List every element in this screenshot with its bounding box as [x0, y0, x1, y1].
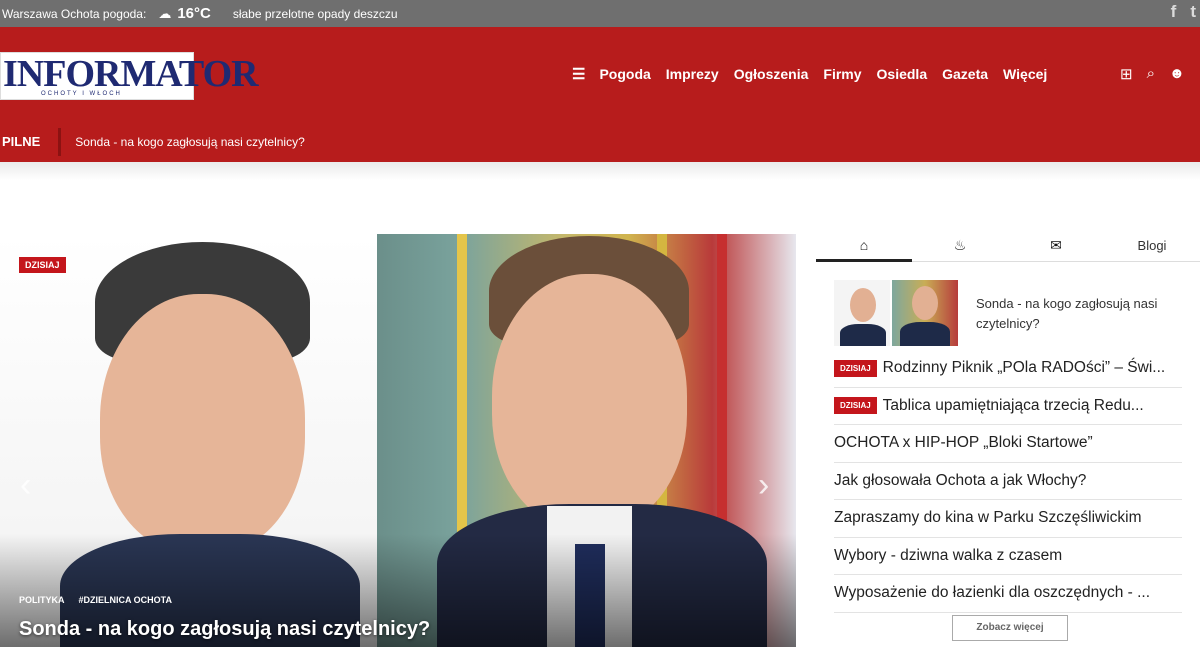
tag-link[interactable]: #DZIELNICA OCHOTA [79, 595, 173, 605]
add-post-icon[interactable]: ⊞ [1120, 65, 1133, 83]
nav-item-osiedla[interactable]: Osiedla [877, 66, 928, 82]
hero-tags: POLITYKA #DZIELNICA OCHOTA [19, 595, 172, 605]
mini-face [850, 288, 876, 322]
hero-badge: DZISIAJ [19, 257, 66, 273]
featured-thumbnail[interactable] [834, 280, 958, 346]
list-item-title[interactable]: OCHOTA x HIP-HOP „Bloki Startowe” [834, 434, 1093, 452]
sidebar-news: Sonda - na kogo zagłosują nasi czytelnic… [816, 266, 1200, 647]
slider-next-icon[interactable]: › [758, 466, 769, 505]
thumb-left [834, 280, 890, 346]
cloud-rain-icon: ☁ [158, 5, 172, 21]
flag-stripe [717, 234, 727, 534]
flag-stripe [457, 234, 467, 534]
nav-item-pogoda[interactable]: Pogoda [599, 66, 650, 82]
mini-suit [840, 324, 886, 346]
nav-item-imprezy[interactable]: Imprezy [666, 66, 719, 82]
news-list: DZISIAJ Rodzinny Piknik „POla RADOści” –… [834, 350, 1182, 613]
mini-suit [900, 322, 950, 346]
hamburger-menu-icon[interactable]: ☰ [572, 65, 585, 83]
today-badge: DZISIAJ [834, 397, 877, 415]
search-icon[interactable]: ⌕ [1147, 65, 1155, 83]
nav-item-firmy[interactable]: Firmy [823, 66, 861, 82]
list-item[interactable]: Wybory - dziwna walka z czasem [834, 538, 1182, 575]
slider-prev-icon[interactable]: ‹ [20, 466, 31, 505]
thumb-right [892, 280, 958, 346]
breaking-news-bar: PILNE Sonda - na kogo zagłosują nasi czy… [0, 128, 305, 156]
sidebar-tabs: ⌂ ♨ ✉ Blogi [816, 230, 1200, 262]
nav-item-ogloszenia[interactable]: Ogłoszenia [734, 66, 809, 82]
list-item[interactable]: DZISIAJ Rodzinny Piknik „POla RADOści” –… [834, 350, 1182, 388]
face-shape [100, 294, 305, 554]
hero-title[interactable]: Sonda - na kogo zagłosują nasi czytelnic… [19, 618, 430, 641]
fire-icon: ♨ [953, 237, 967, 253]
list-item-title[interactable]: Wyposażenie do łazienki dla oszczędnych … [834, 584, 1150, 602]
list-item[interactable]: Wyposażenie do łazienki dla oszczędnych … [834, 575, 1182, 613]
list-item-title[interactable]: Zapraszamy do kina w Parku Szczęśliwicki… [834, 509, 1142, 527]
main-nav: ☰ Pogoda Imprezy Ogłoszenia Firmy Osiedl… [572, 65, 1062, 83]
nav-item-wiecej[interactable]: Więcej [1003, 66, 1047, 82]
header-shadow [0, 162, 1200, 180]
user-icon[interactable]: ☻ [1169, 65, 1185, 83]
site-header: INFORMATOR OCHOTY I WŁOCH ☰ Pogoda Impre… [0, 27, 1200, 162]
list-item-title[interactable]: Jak głosowała Ochota a jak Włochy? [834, 472, 1086, 490]
today-badge: DZISIAJ [834, 359, 877, 377]
list-item[interactable]: Jak głosowała Ochota a jak Włochy? [834, 463, 1182, 500]
breaking-headline[interactable]: Sonda - na kogo zagłosują nasi czytelnic… [75, 135, 304, 149]
weather-description: słabe przelotne opady deszczu [232, 6, 398, 21]
social-links: f t [1171, 2, 1196, 22]
comment-icon: ✉ [1050, 237, 1062, 253]
twitter-icon[interactable]: t [1190, 2, 1196, 22]
list-item-title[interactable]: Tablica upamiętniająca trzecią Redu... [883, 397, 1144, 415]
hero-slider[interactable]: DZISIAJ ‹ › POLITYKA #DZIELNICA OCHOTA S… [0, 234, 796, 647]
featured-title[interactable]: Sonda - na kogo zagłosują nasi czytelnic… [976, 294, 1176, 334]
mini-face [912, 286, 938, 320]
list-item[interactable]: DZISIAJ Tablica upamiętniająca trzecią R… [834, 388, 1182, 425]
site-logo[interactable]: INFORMATOR OCHOTY I WŁOCH [0, 52, 259, 100]
tab-blogi[interactable]: Blogi [1104, 238, 1200, 253]
list-item-title[interactable]: Wybory - dziwna walka z czasem [834, 547, 1062, 565]
tag-link[interactable]: POLITYKA [19, 595, 65, 605]
header-tools: ⊞ ⌕ ☻ [1120, 65, 1185, 83]
facebook-icon[interactable]: f [1171, 2, 1177, 22]
temperature: 16°C [177, 5, 211, 22]
home-icon: ⌂ [859, 236, 869, 253]
see-more-button[interactable]: Zobacz więcej [952, 615, 1068, 641]
tab-comments[interactable]: ✉ [1008, 237, 1104, 254]
weather-bar: Warszawa Ochota pogoda: ☁ 16°C słabe prz… [0, 0, 1200, 27]
tab-home[interactable]: ⌂ [816, 230, 912, 262]
face-shape [492, 274, 687, 529]
logo-wordmark: INFORMATOR [3, 53, 259, 95]
list-item[interactable]: Zapraszamy do kina w Parku Szczęśliwicki… [834, 500, 1182, 538]
list-item-title[interactable]: Rodzinny Piknik „POla RADOści” – Świ... [883, 359, 1166, 377]
breaking-label: PILNE [2, 128, 62, 156]
nav-item-gazeta[interactable]: Gazeta [942, 66, 988, 82]
logo-tagline: OCHOTY I WŁOCH [41, 91, 122, 97]
list-item[interactable]: OCHOTA x HIP-HOP „Bloki Startowe” [834, 425, 1182, 463]
tab-popular[interactable]: ♨ [912, 237, 1008, 254]
weather-location: Warszawa Ochota pogoda: [2, 6, 147, 21]
